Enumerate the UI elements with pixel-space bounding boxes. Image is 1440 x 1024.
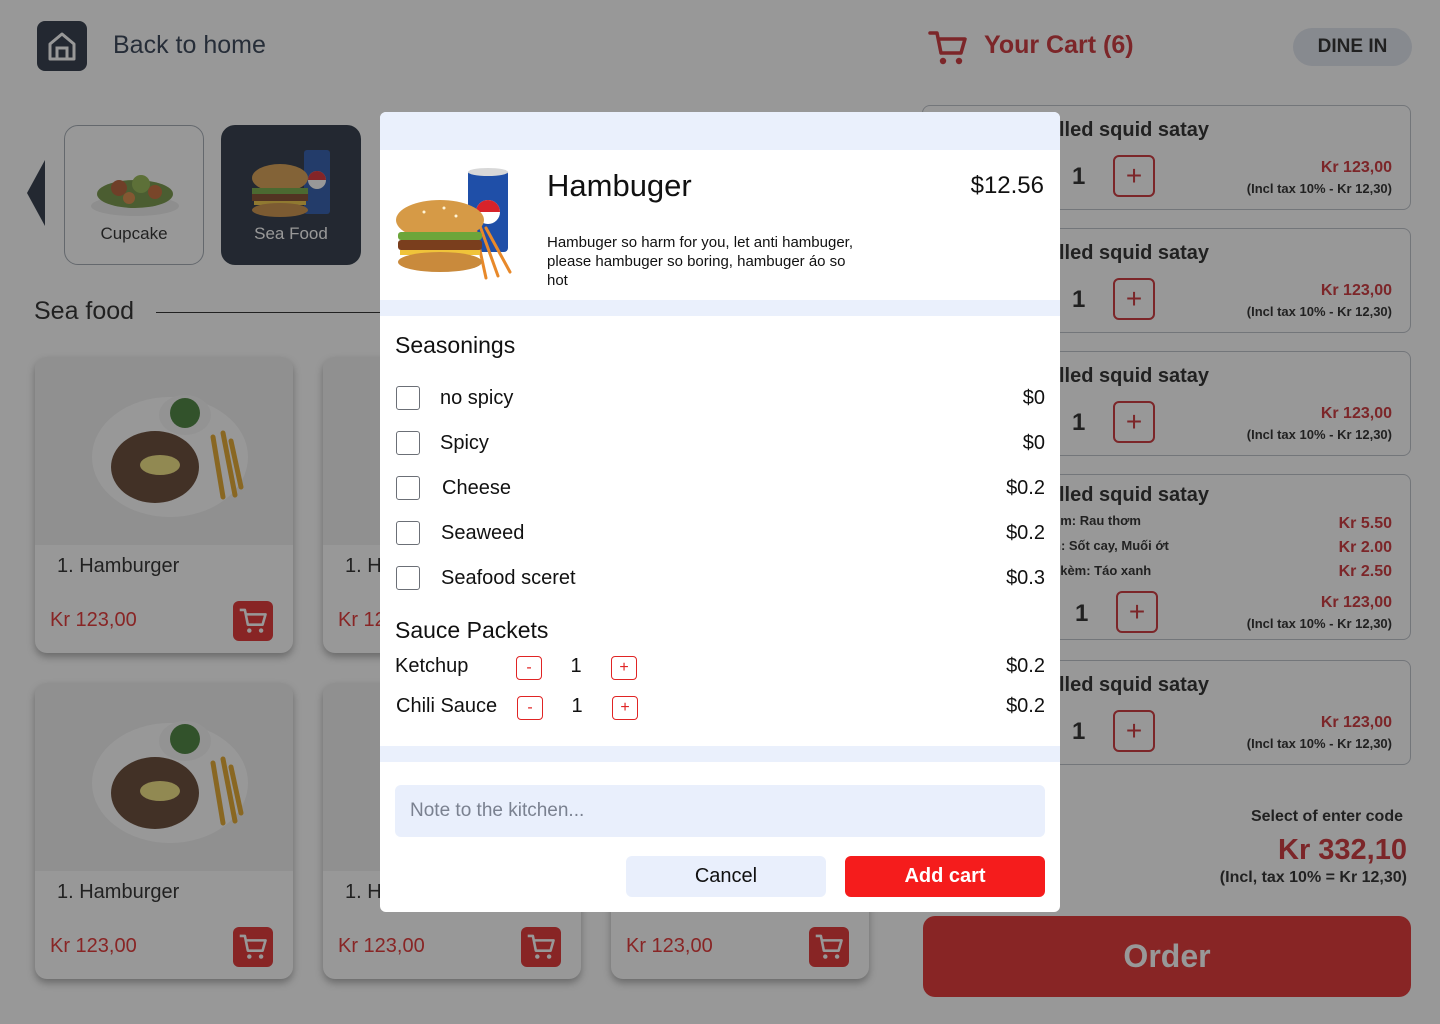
- product-options-modal: Hambuger $12.56 Hambuger so harm for you…: [380, 112, 1060, 912]
- seasoning-checkbox[interactable]: [396, 386, 420, 410]
- sauce-label: Ketchup: [395, 655, 469, 677]
- seasoning-option[interactable]: Seaweed $0.2: [395, 519, 1045, 549]
- seasoning-option[interactable]: no spicy $0: [395, 384, 1045, 414]
- seasoning-price: $0.2: [1006, 477, 1045, 499]
- seasoning-checkbox[interactable]: [396, 566, 420, 590]
- seasoning-price: $0: [1022, 432, 1045, 454]
- sauce-price: $0.2: [1006, 695, 1045, 717]
- seasoning-label: Seaweed: [441, 522, 525, 544]
- seasoning-label: Seafood sceret: [441, 567, 576, 589]
- seasoning-price: $0.2: [1006, 522, 1045, 544]
- sauce-price: $0.2: [1006, 655, 1045, 677]
- seasoning-price: $0.3: [1006, 567, 1045, 589]
- sauce-row-chili: Chili Sauce - 1 + $0.2: [395, 693, 1045, 723]
- seasoning-option[interactable]: Spicy $0: [395, 429, 1045, 459]
- seasoning-checkbox[interactable]: [396, 431, 420, 455]
- decrease-sauce-button[interactable]: -: [516, 656, 542, 680]
- seasoning-price: $0: [1022, 387, 1045, 409]
- sauce-packets-title: Sauce Packets: [395, 617, 549, 643]
- seasoning-checkbox[interactable]: [396, 476, 420, 500]
- seasoning-label: Cheese: [442, 477, 511, 499]
- seasoning-label: Spicy: [440, 432, 489, 454]
- modal-divider-band: [380, 300, 1060, 316]
- increase-sauce-button[interactable]: +: [612, 696, 638, 720]
- sauce-label: Chili Sauce: [396, 695, 498, 717]
- seasoning-checkbox[interactable]: [396, 521, 420, 545]
- decrease-sauce-button[interactable]: -: [517, 696, 543, 720]
- seasonings-title: Seasonings: [395, 332, 516, 358]
- cancel-button[interactable]: Cancel: [626, 856, 826, 897]
- modal-divider-band: [380, 746, 1060, 762]
- sauce-row-ketchup: Ketchup - 1 + $0.2: [395, 653, 1045, 683]
- sauce-count: 1: [571, 695, 583, 717]
- kitchen-note-input[interactable]: [395, 785, 1045, 837]
- modal-product-title: Hambuger: [547, 168, 692, 203]
- increase-sauce-button[interactable]: +: [611, 656, 637, 680]
- modal-product-price: $12.56: [970, 172, 1044, 199]
- burger-combo-image: [396, 168, 512, 280]
- modal-product-description: Hambuger so harm for you, let anti hambu…: [547, 234, 853, 289]
- seasoning-label: no spicy: [440, 387, 514, 409]
- sauce-count: 1: [570, 655, 582, 677]
- seasoning-option[interactable]: Seafood sceret $0.3: [395, 564, 1045, 594]
- modal-header-band: [380, 112, 1060, 150]
- seasoning-option[interactable]: Cheese $0.2: [395, 474, 1045, 504]
- add-cart-button[interactable]: Add cart: [845, 856, 1045, 897]
